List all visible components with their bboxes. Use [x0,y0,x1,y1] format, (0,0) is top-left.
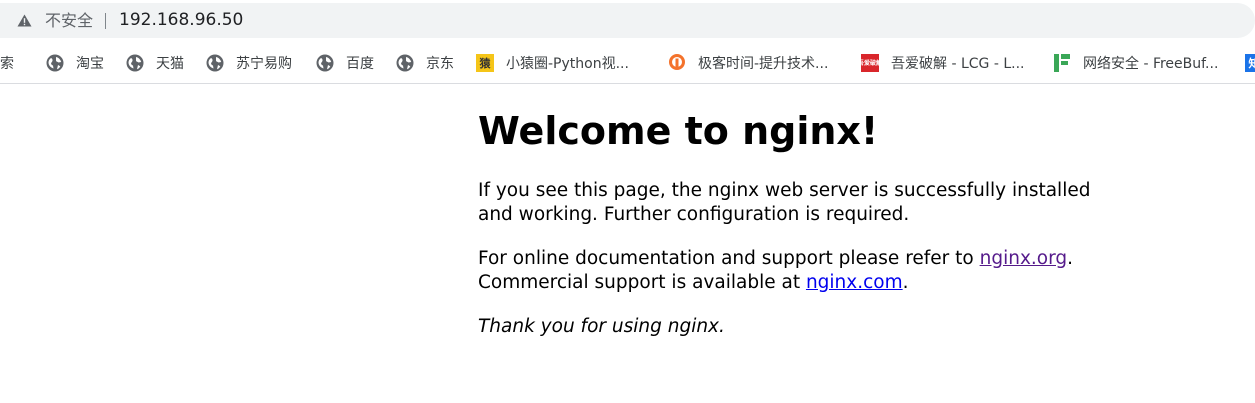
globe-icon [126,54,144,72]
toolbar: 不安全 192.168.96.50 [0,0,1255,43]
globe-icon [316,54,334,72]
intro-text: If you see this page, the nginx web serv… [478,180,1091,225]
thanks-text: Thank you for using nginx. [478,316,725,337]
bookmark-tmall[interactable]: 天猫 [126,43,184,83]
bookmark-label: 小猿圈-Python视... [506,56,629,72]
page-content: Welcome to nginx! If you see this page, … [478,108,1118,359]
browser-window: 不安全 192.168.96.50 搜索 淘宝 天猫 苏宁易购 [0,0,1255,403]
bookmark-freebuf[interactable]: 网络安全 - FreeBuf... [1053,43,1218,83]
nginx-org-link[interactable]: nginx.org [980,248,1068,269]
bookmarks-bar: 搜索 淘宝 天猫 苏宁易购 百度 [0,43,1255,84]
bookmark-baidu[interactable]: 百度 [316,43,374,83]
docs-suffix-text: . [1067,248,1074,269]
thanks-paragraph: Thank you for using nginx. [478,315,1118,339]
nginx-com-link[interactable]: nginx.com [806,272,903,293]
globe-icon [396,54,414,72]
bookmark-zhihu[interactable]: 知 [1245,43,1255,83]
freebuf-favicon-icon [1053,54,1071,72]
geektime-favicon-icon [668,54,686,72]
bookmark-label: 苏宁易购 [236,56,292,72]
bookmark-label: 淘宝 [76,56,104,72]
bookmark-suning[interactable]: 苏宁易购 [206,43,292,83]
intro-paragraph: If you see this page, the nginx web serv… [478,179,1118,227]
omnibox[interactable]: 不安全 192.168.96.50 [0,3,1255,38]
bookmark-label: 极客时间-提升技术... [698,56,829,72]
docs-prefix-text: For online documentation and support ple… [478,248,980,269]
commercial-suffix-text: . [902,272,909,293]
bookmark-search[interactable]: 搜索 [0,43,14,83]
bookmark-label: 搜索 [0,56,14,72]
commercial-prefix-text: Commercial support is available at [478,272,806,293]
bookmark-taobao[interactable]: 淘宝 [46,43,104,83]
xiaoyuanquan-favicon-icon: 猿 [476,54,494,72]
zhihu-favicon-icon: 知 [1245,54,1255,72]
bookmark-label: 网络安全 - FreeBuf... [1083,56,1219,72]
url-text[interactable]: 192.168.96.50 [119,11,243,30]
bookmark-label: 京东 [426,56,454,72]
bookmark-52pojie[interactable]: 吾爱破解 吾爱破解 - LCG - L... [858,43,1025,83]
bookmark-xiaoyuanquan[interactable]: 猿 小猿圈-Python视... [476,43,629,83]
globe-icon [206,54,224,72]
bookmark-label: 吾爱破解 - LCG - L... [891,56,1025,72]
bookmark-geektime[interactable]: 极客时间-提升技术... [668,43,828,83]
bookmark-label: 天猫 [156,56,184,72]
bookmark-label: 百度 [346,56,374,72]
52pojie-favicon-icon: 吾爱破解 [858,54,882,72]
omnibox-separator [105,13,106,29]
support-paragraph: For online documentation and support ple… [478,247,1118,295]
globe-icon [46,54,64,72]
bookmark-jd[interactable]: 京东 [396,43,454,83]
security-status-label[interactable]: 不安全 [45,12,93,30]
page-heading: Welcome to nginx! [478,109,879,153]
warning-icon[interactable] [17,14,32,27]
